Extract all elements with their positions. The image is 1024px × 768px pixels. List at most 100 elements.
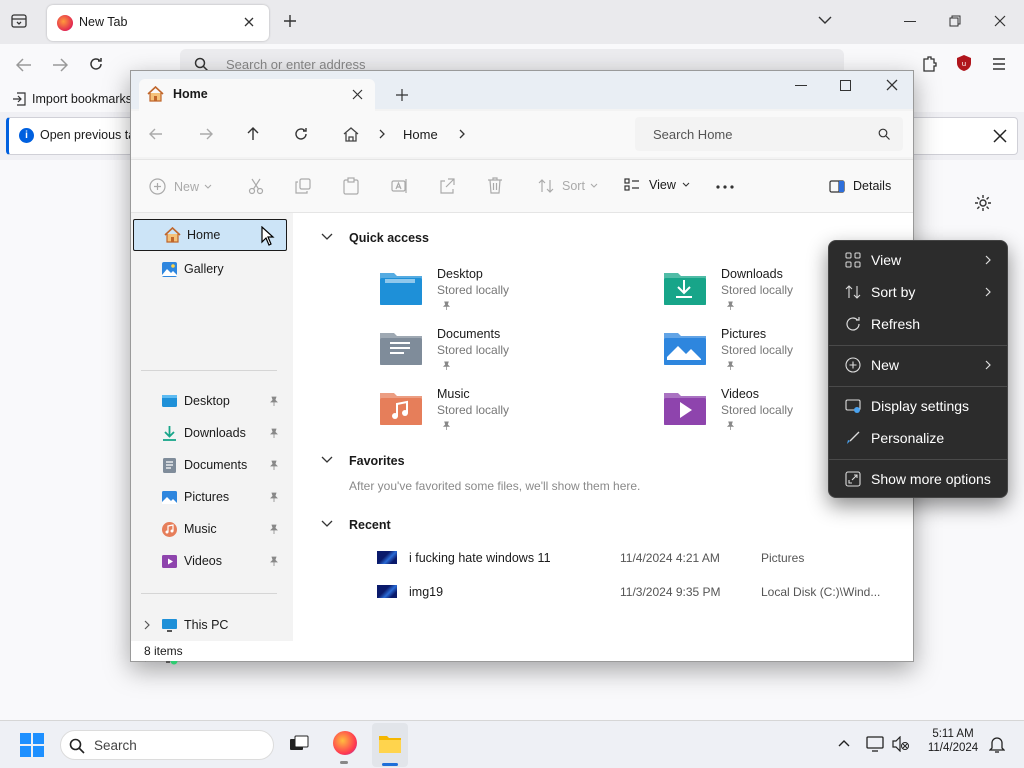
new-button[interactable]: New xyxy=(149,178,212,195)
nav-item-documents[interactable]: Documents xyxy=(161,451,247,479)
menu-separator xyxy=(829,345,1007,346)
nav-item-home[interactable]: Home xyxy=(133,219,287,251)
favorites-empty-text: After you've favorited some files, we'll… xyxy=(349,479,641,493)
quick-access-name: Pictures xyxy=(721,327,767,341)
music-icon xyxy=(161,521,178,538)
view-label: View xyxy=(649,178,676,192)
clock[interactable]: 5:11 AM 11/4/2024 xyxy=(923,728,983,754)
paste-icon[interactable] xyxy=(343,177,359,195)
gallery-icon xyxy=(161,261,178,278)
forward-icon[interactable] xyxy=(199,128,213,140)
videos-icon xyxy=(161,553,178,570)
restore-icon[interactable] xyxy=(949,15,961,27)
folder-icon xyxy=(380,273,422,305)
close-tab-icon[interactable] xyxy=(352,89,363,100)
expand-chevron-icon[interactable] xyxy=(144,620,150,630)
firefox-taskbar-icon[interactable] xyxy=(333,731,357,755)
nav-item-this-pc[interactable]: This PC xyxy=(161,611,228,639)
view-icon xyxy=(624,178,639,191)
minimize-icon[interactable] xyxy=(904,21,916,22)
section-quick-access[interactable]: Quick access xyxy=(349,231,429,245)
minimize-icon[interactable] xyxy=(795,85,807,86)
back-icon[interactable] xyxy=(16,58,32,72)
breadcrumb[interactable]: Home xyxy=(333,117,629,151)
nav-item-desktop[interactable]: Desktop xyxy=(161,387,230,415)
reload-icon[interactable] xyxy=(88,56,104,72)
search-icon xyxy=(878,128,890,140)
cut-icon[interactable] xyxy=(248,178,264,195)
sort-icon xyxy=(538,179,554,193)
quick-access-item[interactable]: Desktop Stored locally xyxy=(369,261,629,317)
explorer-taskbar-button[interactable] xyxy=(372,723,408,767)
close-window-icon[interactable] xyxy=(886,79,898,91)
menu-item-show-more-options[interactable]: Show more options xyxy=(829,463,1007,495)
up-icon[interactable] xyxy=(247,127,259,141)
sort-button[interactable]: Sort xyxy=(538,178,598,194)
maximize-icon[interactable] xyxy=(840,80,851,91)
menu-icon[interactable] xyxy=(992,58,1006,70)
ublock-icon[interactable]: u xyxy=(956,54,972,72)
collapse-chevron-icon[interactable] xyxy=(321,520,333,528)
explorer-tab-home[interactable]: Home xyxy=(139,79,375,111)
menu-item-personalize[interactable]: Personalize xyxy=(829,422,1007,454)
menu-item-refresh[interactable]: Refresh xyxy=(829,308,1007,340)
menu-label: Personalize xyxy=(871,430,945,446)
share-icon[interactable] xyxy=(439,178,455,194)
taskbar-search[interactable]: Search xyxy=(60,730,274,760)
refresh-icon[interactable] xyxy=(294,127,308,141)
delete-icon[interactable] xyxy=(487,177,503,194)
menu-item-new[interactable]: New xyxy=(829,349,1007,381)
nav-item-downloads[interactable]: Downloads xyxy=(161,419,246,447)
rename-icon[interactable] xyxy=(391,178,408,194)
start-button-icon[interactable] xyxy=(20,733,44,757)
close-notification-icon[interactable] xyxy=(993,129,1007,143)
section-favorites[interactable]: Favorites xyxy=(349,454,405,468)
menu-item-view[interactable]: View xyxy=(829,244,1007,276)
recent-row[interactable]: img19 11/3/2024 9:35 PM Local Disk (C:)\… xyxy=(363,575,903,607)
nav-item-music[interactable]: Music xyxy=(161,515,217,543)
details-button[interactable]: Details xyxy=(829,179,891,193)
collapse-chevron-icon[interactable] xyxy=(321,456,333,464)
breadcrumb-home[interactable]: Home xyxy=(403,127,438,142)
menu-separator xyxy=(829,386,1007,387)
quick-access-item[interactable]: Music Stored locally xyxy=(369,381,629,437)
pin-icon xyxy=(270,524,278,534)
menu-label: Display settings xyxy=(871,398,970,414)
section-recent[interactable]: Recent xyxy=(349,518,391,532)
recent-row[interactable]: i fucking hate windows 11 11/4/2024 4:21… xyxy=(363,541,903,573)
content-pane: Quick access Desktop Stored locally Down… xyxy=(293,213,913,641)
close-tab-icon[interactable] xyxy=(243,16,255,28)
menu-item-display-settings[interactable]: Display settings xyxy=(829,390,1007,422)
nav-item-gallery[interactable]: Gallery xyxy=(161,255,224,283)
new-tab-icon[interactable] xyxy=(283,14,297,28)
list-all-tabs-icon[interactable] xyxy=(818,15,832,25)
close-window-icon[interactable] xyxy=(994,15,1006,27)
browser-tab[interactable]: New Tab xyxy=(47,5,269,41)
pin-icon xyxy=(270,492,278,502)
copy-icon[interactable] xyxy=(295,178,311,194)
recent-location: Local Disk (C:)\Wind... xyxy=(761,585,881,599)
quick-access-item[interactable]: Documents Stored locally xyxy=(369,321,629,377)
home-icon xyxy=(147,86,164,102)
recent-location: Pictures xyxy=(761,551,805,565)
settings-gear-icon[interactable] xyxy=(974,194,992,212)
nav-item-pictures[interactable]: Pictures xyxy=(161,483,229,511)
network-status-icon[interactable] xyxy=(866,735,886,753)
import-bookmarks-link[interactable]: Import bookmarks xyxy=(32,92,132,106)
new-tab-icon[interactable] xyxy=(396,89,408,101)
extensions-icon[interactable] xyxy=(921,55,937,73)
nav-item-videos[interactable]: Videos xyxy=(161,547,222,575)
tab-list-icon[interactable] xyxy=(10,12,28,30)
command-bar: New Sort View Details xyxy=(131,159,913,213)
collapse-chevron-icon[interactable] xyxy=(321,233,333,241)
notifications-bell-icon[interactable] xyxy=(989,736,1005,754)
search-box[interactable]: Search Home xyxy=(635,117,903,151)
volume-muted-icon[interactable] xyxy=(892,736,910,752)
back-icon[interactable] xyxy=(149,128,163,140)
forward-icon[interactable] xyxy=(52,58,68,72)
menu-item-sort-by[interactable]: Sort by xyxy=(829,276,1007,308)
more-options-icon[interactable] xyxy=(716,185,734,189)
task-view-icon[interactable] xyxy=(289,735,309,753)
show-hidden-icons-chevron[interactable] xyxy=(838,739,850,747)
view-button[interactable]: View xyxy=(624,178,690,192)
